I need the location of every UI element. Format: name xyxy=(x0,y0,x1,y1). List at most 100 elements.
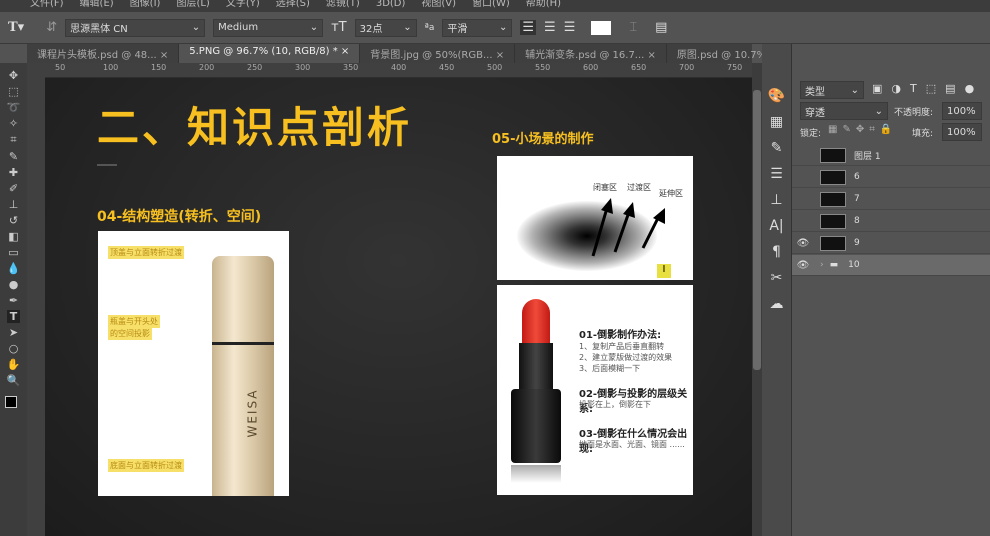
title-divider xyxy=(97,164,117,166)
magic-wand-icon[interactable]: ✧ xyxy=(9,117,18,130)
menu-filter[interactable]: 滤镜(T) xyxy=(326,0,360,12)
tab-document[interactable]: 课程片头模板.psd @ 48... × xyxy=(27,44,180,63)
move-tool-icon[interactable]: ✥ xyxy=(9,69,18,82)
menu-window[interactable]: 窗口(W) xyxy=(472,0,510,12)
scene-image: 闭塞区 过渡区 延伸区 I xyxy=(497,156,693,280)
reflection xyxy=(511,465,561,483)
ruler-tick: 650 xyxy=(631,63,647,72)
font-style-select[interactable]: Medium ⌄ xyxy=(213,18,324,37)
brush-tool-icon[interactable]: ✐ xyxy=(9,182,18,195)
tip-text: 投影在上，倒影在下 xyxy=(579,400,651,409)
tools-icon[interactable]: ✂ xyxy=(771,270,783,286)
tip-text: 1、复制产品后垂直翻转 xyxy=(579,342,665,351)
color-palette-icon[interactable]: 🎨 xyxy=(768,88,785,104)
layer-group-row-selected[interactable]: 👁 › ▬ 10 xyxy=(792,255,990,276)
stamp-tool-icon[interactable]: ⊥ xyxy=(9,198,19,211)
fill-input[interactable]: 100% xyxy=(942,123,982,141)
character-panel-icon[interactable]: ▤ xyxy=(655,20,667,35)
menu-edit[interactable]: 编辑(E) xyxy=(80,0,114,12)
layer-thumbnail xyxy=(820,213,846,229)
tip-text: 地面是水面、光面、镜面 ...... xyxy=(579,440,685,449)
lasso-tool-icon[interactable]: ➰ xyxy=(7,101,21,114)
paragraph-icon[interactable]: ¶ xyxy=(772,244,781,260)
align-center-icon[interactable]: ☰ xyxy=(544,20,556,35)
menu-type[interactable]: 文字(Y) xyxy=(226,0,260,12)
blend-mode-select[interactable]: 穿透 ⌄ xyxy=(800,102,888,120)
ruler-tick: 500 xyxy=(487,63,503,72)
eye-icon[interactable]: 👁 xyxy=(792,238,814,249)
swatches-grid-icon[interactable]: ▦ xyxy=(770,114,783,130)
type-filter-icon[interactable]: T xyxy=(910,82,917,95)
antialias-select[interactable]: 平滑 ⌄ xyxy=(442,18,513,37)
adjustments-icon[interactable]: ☰ xyxy=(770,166,783,182)
eye-icon[interactable]: 👁 xyxy=(792,260,814,271)
tab-document[interactable]: 辅光渐变条.psd @ 16.7... × xyxy=(515,44,667,63)
healing-brush-icon[interactable]: ✚ xyxy=(9,166,18,179)
gradient-tool-icon[interactable]: ▭ xyxy=(8,246,18,259)
shape-tool-icon[interactable]: ○ xyxy=(9,342,19,355)
document-canvas[interactable]: 二、知识点剖析 04-结构塑造(转折、空间) 顶盖与立面转折过渡 瓶盖与开头处 … xyxy=(45,78,752,536)
menu-image[interactable]: 图像(I) xyxy=(130,0,161,12)
dodge-tool-icon[interactable]: ● xyxy=(9,278,19,291)
hand-tool-icon[interactable]: ✋ xyxy=(7,358,21,371)
ruler-tick: 400 xyxy=(391,63,407,72)
section-05-title: 05-小场景的制作 xyxy=(492,132,594,147)
libraries-icon[interactable]: ☁ xyxy=(770,296,784,312)
document-tabs: 课程片头模板.psd @ 48... × 5.PNG @ 96.7% (10, … xyxy=(27,44,804,63)
type-tool-icon[interactable]: T xyxy=(6,310,21,323)
layer-row[interactable]: 7 xyxy=(792,189,990,210)
menu-3d[interactable]: 3D(D) xyxy=(376,0,406,12)
align-left-icon[interactable]: ☰ xyxy=(520,20,537,35)
path-select-icon[interactable]: ➤ xyxy=(9,326,18,339)
lock-icons[interactable]: ▦✎✥⌗🔒 xyxy=(828,124,897,135)
tab-document-active[interactable]: 5.PNG @ 96.7% (10, RGB/8) * × xyxy=(179,44,361,63)
pen-tool-icon[interactable]: ✒ xyxy=(9,294,18,307)
font-size-select[interactable]: 32点 ⌄ xyxy=(354,18,417,37)
tab-label: 5.PNG @ 96.7% (10, RGB/8) * xyxy=(189,46,338,57)
arrows-icon xyxy=(591,198,665,257)
menu-file[interactable]: 文件(F) xyxy=(30,0,64,12)
orientation-icon[interactable]: ⇵ xyxy=(46,20,57,35)
layer-thumbnail xyxy=(820,191,846,207)
crop-tool-icon[interactable]: ⌗ xyxy=(10,133,16,147)
zoom-tool-icon[interactable]: 🔍 xyxy=(7,374,21,387)
menu-view[interactable]: 视图(V) xyxy=(421,0,456,12)
menu-layer[interactable]: 图层(L) xyxy=(176,0,209,12)
text-color-swatch[interactable] xyxy=(591,20,612,35)
history-brush-icon[interactable]: ↺ xyxy=(9,214,18,227)
color-swatches[interactable] xyxy=(4,396,23,414)
layer-name: 图层 1 xyxy=(854,151,881,162)
adjustment-filter-icon[interactable]: ◑ xyxy=(891,82,901,95)
filter-value: 类型 xyxy=(805,86,825,98)
layer-thumbnail xyxy=(820,147,846,163)
eraser-icon[interactable]: ◧ xyxy=(8,230,18,243)
smart-filter-icon[interactable]: ▤ xyxy=(945,82,955,95)
type-tool-icon[interactable]: T▾ xyxy=(8,20,24,35)
brush-settings-icon[interactable]: ✎ xyxy=(771,140,783,156)
menu-select[interactable]: 选择(S) xyxy=(276,0,310,12)
filter-toggle-icon[interactable]: ● xyxy=(965,82,975,95)
warp-text-icon[interactable]: ⌶ xyxy=(629,20,637,35)
shape-filter-icon[interactable]: ⬚ xyxy=(926,82,936,95)
pixel-filter-icon[interactable]: ▣ xyxy=(872,82,882,95)
layer-name: 6 xyxy=(854,172,860,182)
clone-source-icon[interactable]: ⊥ xyxy=(770,192,782,208)
blur-tool-icon[interactable]: 💧 xyxy=(7,262,21,275)
scrollbar-thumb[interactable] xyxy=(753,90,761,370)
menu-help[interactable]: 帮助(H) xyxy=(526,0,561,12)
eyedropper-icon[interactable]: ✎ xyxy=(9,150,18,163)
tab-document[interactable]: 背景图.jpg @ 50%(RGB... × xyxy=(360,44,516,63)
layer-filter-select[interactable]: 类型 ⌄ xyxy=(800,81,864,99)
opacity-input[interactable]: 100% xyxy=(942,102,982,120)
marquee-tool-icon[interactable]: ⬚ xyxy=(8,85,18,98)
layer-row[interactable]: 👁 9 xyxy=(792,233,990,254)
character-icon[interactable]: A| xyxy=(769,218,783,234)
layer-row[interactable]: 6 xyxy=(792,167,990,188)
font-family-value: 思源黑体 CN xyxy=(70,24,128,35)
align-right-icon[interactable]: ☰ xyxy=(564,20,576,35)
panel-icons-column: 🎨 ▦ ✎ ☰ ⊥ A| ¶ ✂ ☁ xyxy=(762,44,792,536)
layer-row[interactable]: 8 xyxy=(792,211,990,232)
font-family-select[interactable]: 思源黑体 CN ⌄ xyxy=(65,18,206,37)
tab-label: 背景图.jpg @ 50%(RGB... xyxy=(370,50,493,61)
layer-row[interactable]: 图层 1 xyxy=(792,145,990,166)
